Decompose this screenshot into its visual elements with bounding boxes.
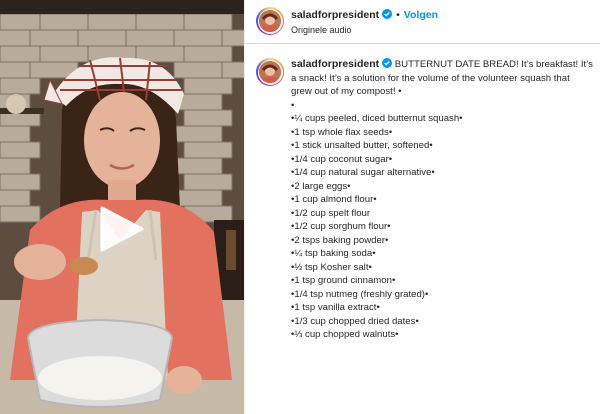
ingredient-line: •1/2 cup spelt flour [291, 207, 371, 219]
avatar-photo-icon [259, 61, 281, 83]
play-icon [100, 206, 144, 252]
caption-lead: saladforpresident BUTTERNUT DATE BREAD! … [291, 58, 593, 99]
caption-username[interactable]: saladforpresident [291, 58, 379, 70]
ingredient-line: •1/4 cup natural sugar alternative• [291, 167, 435, 178]
ingredient-line: •1 cup almond flour• [291, 194, 377, 205]
ingredient-line: •2 large eggs• [291, 180, 351, 192]
ingredient-line: •1/4 tsp nutmeg (freshly grated)• [291, 288, 429, 300]
ingredient-line: •1/3 cup chopped dried dates• [291, 315, 419, 327]
ingredient-line: •1 stick unsalted butter, softened• [291, 140, 433, 151]
play-button[interactable] [98, 206, 144, 252]
ingredient-line: •1 tsp whole flax seeds• [291, 126, 393, 138]
verified-badge-icon [382, 58, 393, 68]
reel-video[interactable] [0, 0, 244, 414]
ingredient-line: •¼ cups peeled, diced butternut squash• [291, 113, 463, 124]
post-caption: saladforpresident BUTTERNUT DATE BREAD! … [291, 58, 593, 342]
post-panel: saladforpresident • Volgen Originele audio… [244, 0, 600, 414]
caption-avatar[interactable] [256, 58, 284, 86]
ingredient-line: •2 tsps baking powder• [291, 234, 389, 246]
ingredient-line: •1 tsp ground cinnamon• [291, 275, 396, 286]
ingredient-line: •1 tsp vanilla extract• [291, 302, 380, 313]
ingredient-list: • •¼ cups peeled, diced butternut squash… [291, 99, 593, 342]
ingredient-line: •⅓ cup chopped walnuts• [291, 329, 399, 340]
verified-badge-icon [382, 9, 393, 19]
post-header: saladforpresident • Volgen Originele audio [245, 0, 600, 44]
follow-button[interactable]: Volgen [404, 9, 438, 21]
ingredient-line: •1/4 cup coconut sugar• [291, 153, 393, 165]
ingredient-line: •½ tsp Kosher salt• [291, 261, 372, 273]
audio-label[interactable]: Originele audio [291, 25, 352, 35]
author-avatar[interactable] [256, 7, 284, 35]
avatar-photo-icon [259, 10, 281, 32]
ingredient-line: •¼ tsp baking soda• [291, 248, 376, 259]
separator-dot: • [396, 9, 400, 21]
author-username[interactable]: saladforpresident [291, 9, 379, 21]
ingredient-line: • [291, 99, 295, 111]
ingredient-line: •1/2 cup sorghum flour• [291, 221, 391, 232]
